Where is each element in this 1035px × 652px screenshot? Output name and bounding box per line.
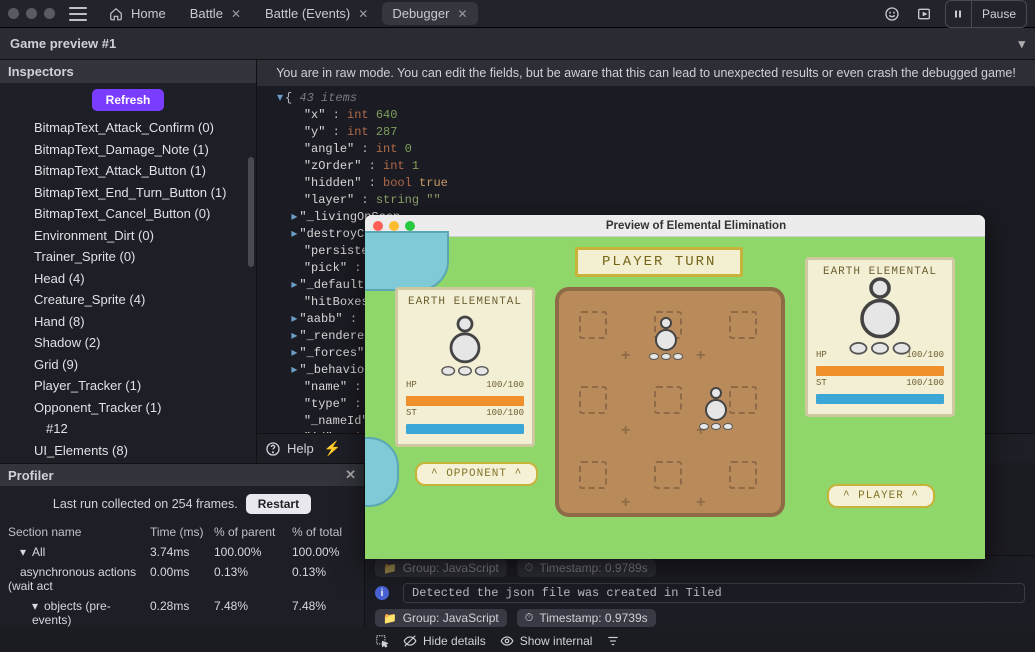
profiler-row[interactable]: asynchronous actions (wait act0.00ms0.13…: [0, 562, 364, 596]
game-canvas[interactable]: PLAYER TURN + + + + + + EAR: [365, 237, 985, 559]
close-icon[interactable]: ✕: [231, 7, 241, 21]
profiler-row[interactable]: ▾objects (pre-events)0.28ms7.48%7.48%: [0, 596, 364, 630]
chevron-down-icon: ▾: [1018, 36, 1025, 52]
close-icon[interactable]: ✕: [457, 7, 467, 21]
profiler-header: Profiler ✕: [0, 464, 364, 486]
titlebar: HomeBattle✕Battle (Events)✕Debugger✕ Pau…: [0, 0, 1035, 28]
tab-battle[interactable]: Battle✕: [180, 2, 251, 25]
profiler-row[interactable]: ▾All3.74ms100.00%100.00%: [0, 542, 364, 562]
tab-home[interactable]: Home: [99, 2, 176, 25]
player-tag: ^ PLAYER ^: [827, 484, 935, 508]
game-preview-window[interactable]: Preview of Elemental Elimination PLAYER …: [365, 215, 985, 559]
traffic-close[interactable]: [8, 8, 19, 19]
inspector-item[interactable]: Hand (8): [34, 311, 256, 333]
window-traffic-lights: [8, 8, 55, 19]
inspector-item[interactable]: #12: [34, 418, 256, 440]
traffic-close[interactable]: [373, 221, 383, 231]
help-label: Help: [287, 441, 314, 456]
menu-button[interactable]: [69, 7, 87, 21]
col-parent: % of parent: [214, 525, 292, 539]
scrollbar[interactable]: [248, 157, 254, 267]
inspectors-header: Inspectors: [0, 60, 256, 83]
raw-mode-banner: You are in raw mode. You can edit the fi…: [257, 60, 1035, 86]
inspectors-sidebar: Inspectors Refresh BitmapText_Attack_Con…: [0, 60, 257, 463]
restart-button[interactable]: Restart: [246, 494, 311, 514]
clock-icon: ⏱: [525, 562, 534, 575]
inspectors-title: Inspectors: [8, 64, 74, 79]
close-icon[interactable]: ✕: [345, 467, 356, 483]
inspector-item[interactable]: BitmapText_Attack_Confirm (0): [34, 117, 256, 139]
card-title: EARTH ELEMENTAL: [816, 266, 944, 278]
inspector-item[interactable]: Environment_Dirt (0): [34, 225, 256, 247]
group-pill[interactable]: 📁Group: JavaScript: [375, 559, 507, 577]
tab-debugger[interactable]: Debugger✕: [382, 2, 477, 25]
creature-sprite[interactable]: [649, 321, 683, 355]
console-message: Detected the json file was created in Ti…: [403, 583, 1025, 603]
profiler-table: Section name Time (ms) % of parent % of …: [0, 522, 364, 630]
st-bar: [816, 394, 944, 404]
card-title: EARTH ELEMENTAL: [406, 296, 524, 308]
opponent-card: EARTH ELEMENTAL HP100/100 ST100/100: [395, 287, 535, 447]
refresh-button[interactable]: Refresh: [92, 89, 165, 111]
game-preview-title: Game preview #1: [10, 36, 116, 51]
opponent-tag: ^ OPPONENT ^: [415, 462, 538, 486]
traffic-minimize[interactable]: [26, 8, 37, 19]
smile-icon[interactable]: [881, 3, 903, 25]
hp-bar: [406, 396, 524, 406]
traffic-minimize[interactable]: [389, 221, 399, 231]
info-icon: i: [375, 586, 389, 600]
col-time: Time (ms): [150, 525, 214, 539]
game-preview-header[interactable]: Game preview #1 ▾: [0, 28, 1035, 60]
col-total: % of total: [292, 525, 362, 539]
help-link[interactable]: Help: [265, 441, 314, 457]
pause-icon[interactable]: [946, 1, 972, 27]
inspector-item[interactable]: BitmapText_Attack_Button (1): [34, 160, 256, 182]
inspector-item[interactable]: Player_Tracker (1): [34, 375, 256, 397]
profiler-panel: Profiler ✕ Last run collected on 254 fra…: [0, 463, 365, 627]
inspector-item[interactable]: Head (4): [34, 268, 256, 290]
show-internal-button[interactable]: Show internal: [500, 634, 593, 648]
folder-icon: 📁: [383, 562, 397, 575]
tab-battle-events-[interactable]: Battle (Events)✕: [255, 2, 378, 25]
clock-icon: ⏱: [525, 612, 534, 625]
inspector-item[interactable]: Creature_Sprite (4): [34, 289, 256, 311]
pause-control: Pause: [945, 0, 1027, 28]
preview-window-icon[interactable]: [913, 3, 935, 25]
inspector-item[interactable]: Trainer_Sprite (0): [34, 246, 256, 268]
hp-bar: [816, 366, 944, 376]
timestamp-pill: ⏱Timestamp: 0.9739s: [517, 609, 656, 627]
timestamp-pill: ⏱Timestamp: 0.9789s: [517, 559, 656, 577]
filter-icon[interactable]: [606, 634, 620, 648]
pause-button[interactable]: Pause: [972, 7, 1026, 21]
battle-arena: + + + + + +: [555, 287, 785, 517]
col-section: Section name: [8, 525, 150, 539]
inspector-item[interactable]: BitmapText_Damage_Note (1): [34, 139, 256, 161]
group-pill[interactable]: 📁Group: JavaScript: [375, 609, 507, 627]
traffic-zoom[interactable]: [44, 8, 55, 19]
inspector-item[interactable]: Opponent_Tracker (1): [34, 397, 256, 419]
inspector-item[interactable]: Shadow (2): [34, 332, 256, 354]
folder-icon: 📁: [383, 612, 397, 625]
turn-indicator: PLAYER TURN: [575, 247, 743, 277]
console-panel: 📁Group: JavaScript ⏱Timestamp: 0.9789s i…: [365, 555, 1035, 627]
close-icon[interactable]: ✕: [358, 7, 368, 21]
game-window-titlebar[interactable]: Preview of Elemental Elimination: [365, 215, 985, 237]
creature-sprite[interactable]: [699, 391, 733, 425]
game-window-title: Preview of Elemental Elimination: [415, 220, 977, 232]
inspector-item[interactable]: BitmapText_End_Turn_Button (1): [34, 182, 256, 204]
hide-details-label: Hide details: [423, 634, 486, 648]
inspector-item[interactable]: BitmapText_Cancel_Button (0): [34, 203, 256, 225]
profiler-last-run: Last run collected on 254 frames.: [53, 497, 238, 511]
show-internal-label: Show internal: [520, 634, 593, 648]
traffic-zoom[interactable]: [405, 221, 415, 231]
profiler-title: Profiler: [8, 468, 54, 483]
player-card: EARTH ELEMENTAL HP100/100 ST100/100: [805, 257, 955, 417]
bolt-icon[interactable]: ⚡: [324, 440, 341, 457]
inspector-item[interactable]: UI_Elements (8): [34, 440, 256, 462]
hide-details-button[interactable]: Hide details: [403, 634, 486, 648]
inspector-item[interactable]: Grid (9): [34, 354, 256, 376]
select-element-tool[interactable]: [375, 634, 389, 648]
inspector-tree[interactable]: BitmapText_Attack_Confirm (0)BitmapText_…: [0, 117, 256, 463]
st-bar: [406, 424, 524, 434]
